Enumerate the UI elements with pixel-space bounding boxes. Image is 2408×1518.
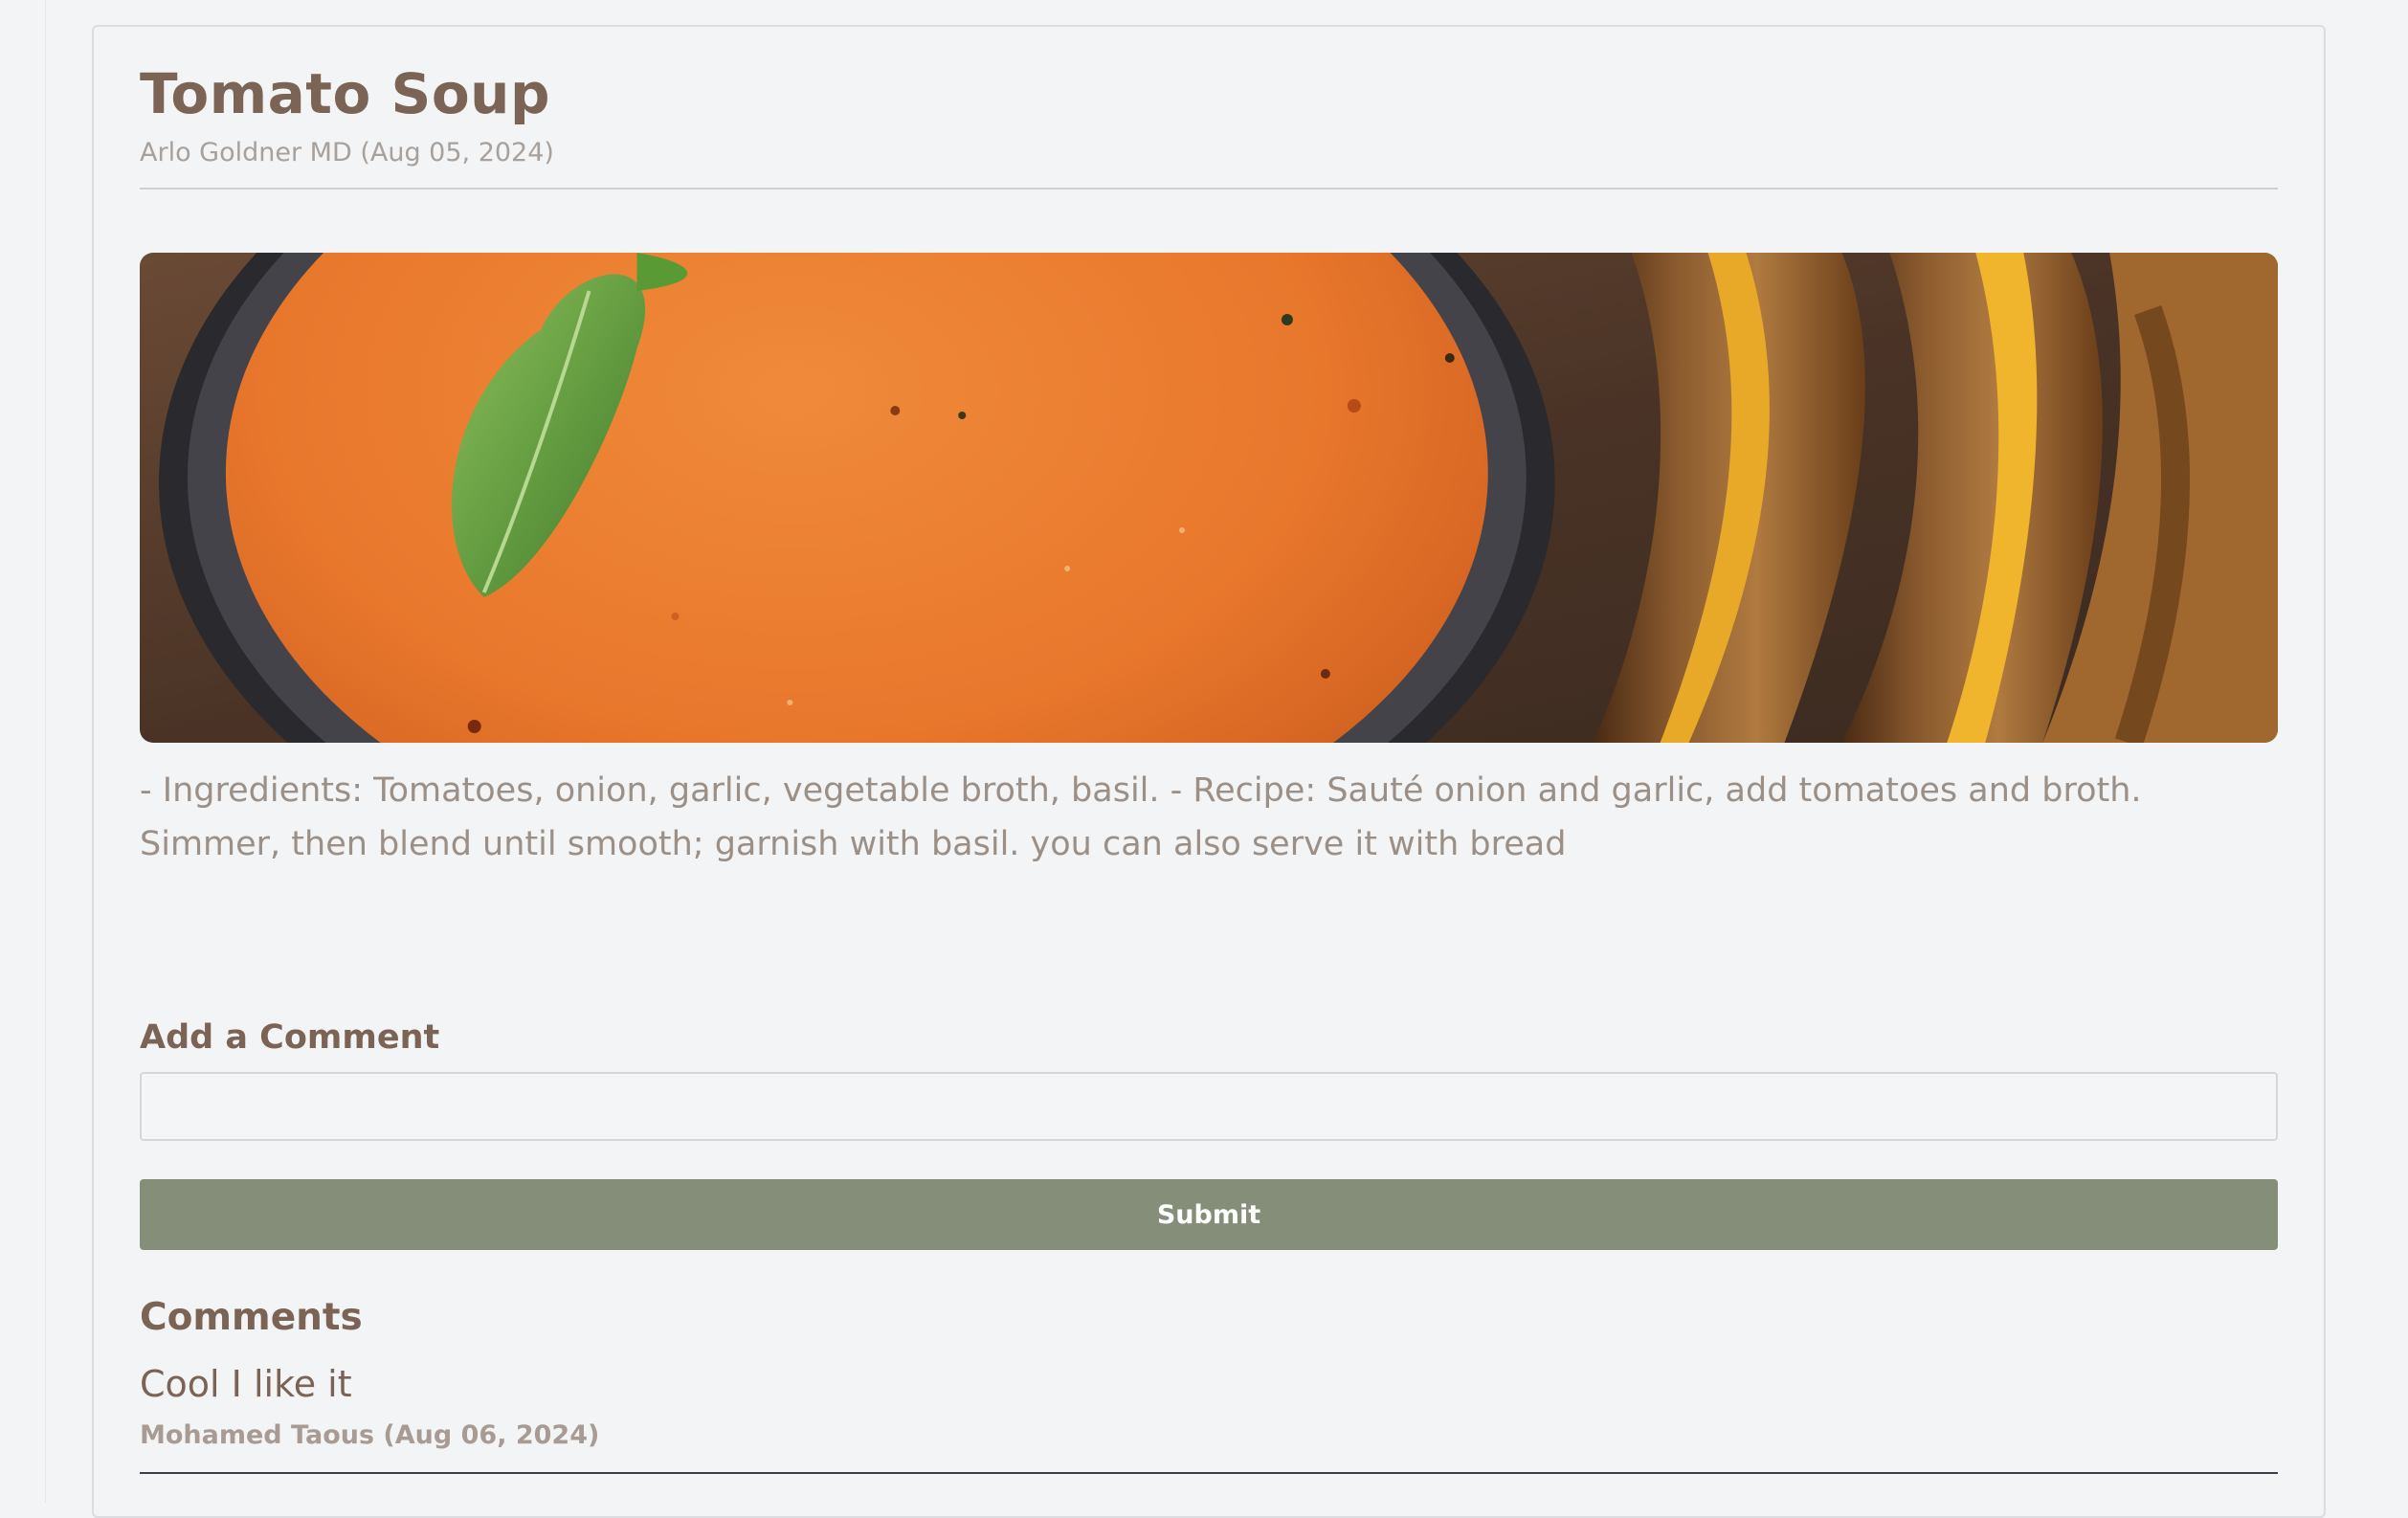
comment-text: Cool I like it bbox=[140, 1363, 352, 1405]
recipe-hero-image bbox=[140, 253, 2278, 743]
comments-heading: Comments bbox=[140, 1296, 363, 1339]
recipe-card: Tomato Soup Arlo Goldner MD (Aug 05, 202… bbox=[92, 25, 2326, 1518]
add-comment-label: Add a Comment bbox=[140, 1018, 440, 1057]
comment-author-date: Mohamed Taous (Aug 06, 2024) bbox=[140, 1420, 600, 1450]
submit-comment-button[interactable]: Submit bbox=[140, 1179, 2278, 1250]
tomato-soup-photo bbox=[140, 253, 2278, 743]
comment-list-item: Cool I like it Mohamed Taous (Aug 06, 20… bbox=[140, 1363, 2278, 1474]
header-divider bbox=[140, 188, 2278, 190]
page-title: Tomato Soup bbox=[140, 61, 550, 126]
page-edge-divider bbox=[45, 0, 46, 1503]
post-byline: Arlo Goldner MD (Aug 05, 2024) bbox=[140, 138, 554, 167]
recipe-description: - Ingredients: Tomatoes, onion, garlic, … bbox=[140, 771, 2142, 863]
comment-input[interactable] bbox=[140, 1072, 2278, 1141]
